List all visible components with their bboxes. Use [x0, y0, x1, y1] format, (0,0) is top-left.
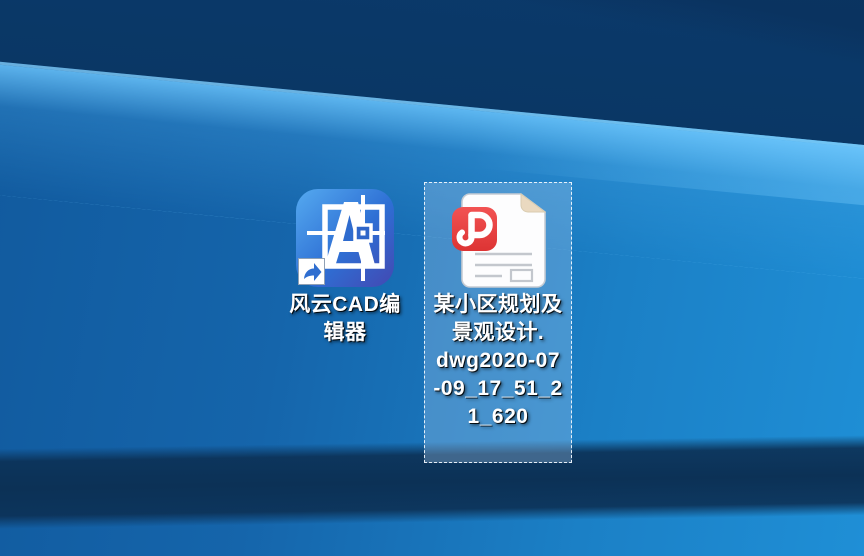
icon-label-line: dwg2020-07	[435, 349, 561, 372]
icon-label-line: 景观设计.	[451, 321, 545, 344]
dwg-document-icon	[452, 193, 546, 288]
shortcut-arrow-icon	[298, 258, 325, 285]
icon-label: 某小区规划及 景观设计. dwg2020-07 -09_17_51_2 1_62…	[425, 291, 571, 431]
red-p-badge-icon	[452, 207, 497, 251]
icon-label-line: 1_620	[467, 405, 529, 428]
desktop-icon-cad-editor-shortcut[interactable]: 风云CAD编 辑器	[272, 182, 418, 354]
icon-label: 风云CAD编 辑器	[272, 291, 418, 347]
icon-label-line: 风云CAD编	[289, 293, 401, 316]
icon-label-line: 某小区规划及	[433, 293, 563, 316]
icon-label-line: 辑器	[323, 321, 367, 344]
icon-label-line: -09_17_51_2	[433, 377, 563, 400]
desktop-icon-dwg-file-selected[interactable]: 某小区规划及 景观设计. dwg2020-07 -09_17_51_2 1_62…	[424, 182, 572, 463]
